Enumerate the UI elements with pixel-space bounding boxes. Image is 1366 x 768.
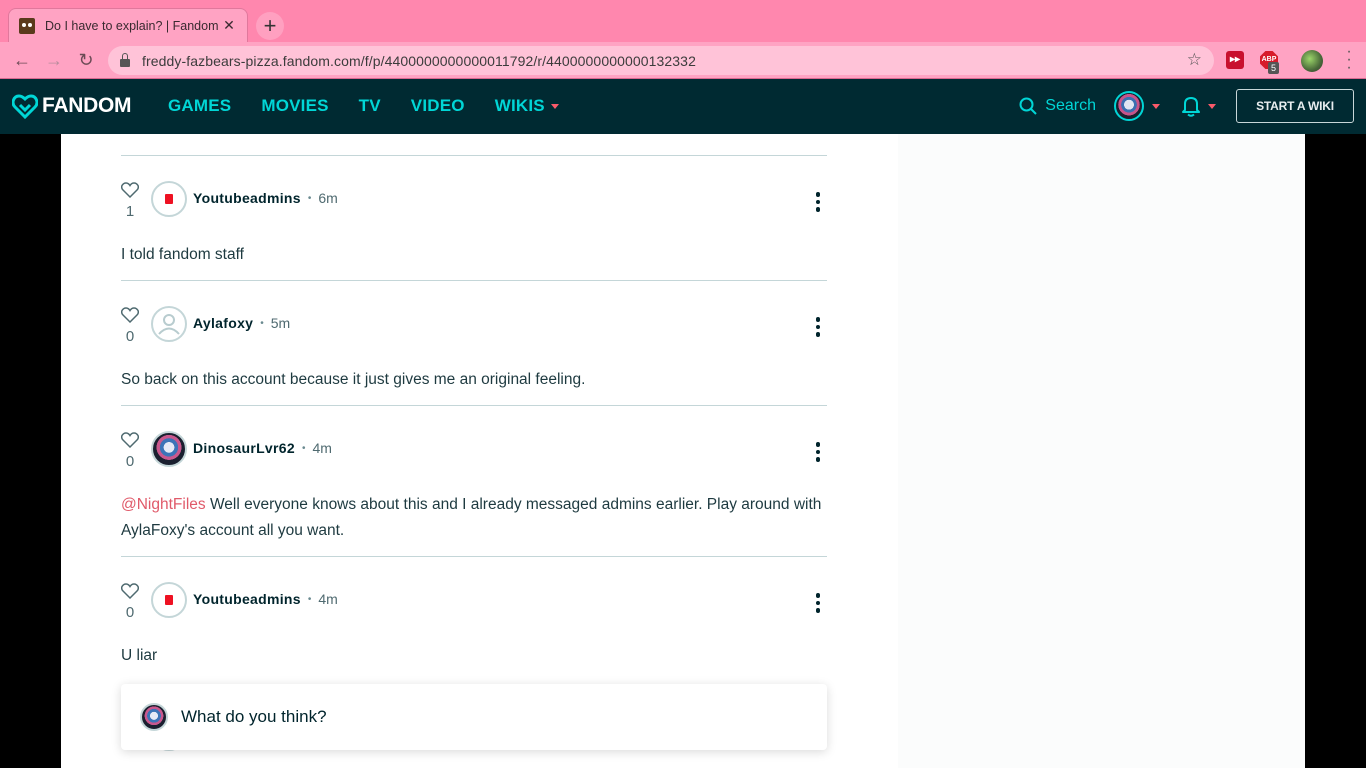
like-count: 0 (125, 453, 135, 470)
search-button[interactable]: Search (1019, 97, 1096, 115)
avatar[interactable] (151, 306, 187, 342)
user-avatar[interactable] (1114, 91, 1144, 121)
heart-icon (120, 583, 140, 600)
bookmark-star-icon[interactable]: ☆ (1187, 50, 1202, 70)
youtube-icon (165, 595, 173, 605)
current-user-avatar (140, 703, 168, 731)
youtube-icon (165, 194, 173, 204)
youtube-extension-icon[interactable]: ▸▸ (1226, 51, 1244, 69)
fandom-logo-text: FANDOM (42, 94, 132, 117)
more-options-icon[interactable] (815, 442, 821, 462)
reload-icon[interactable]: ↻ (74, 48, 98, 72)
fandom-heart-icon (12, 94, 38, 119)
fandom-global-nav: FANDOM GAMES MOVIES TV VIDEO WIKIS Searc… (0, 79, 1366, 134)
user-menu-chevron-icon[interactable] (1152, 103, 1160, 109)
nav-link-tv[interactable]: TV (359, 96, 381, 116)
timestamp: 4m (312, 440, 332, 456)
default-user-icon (158, 314, 180, 335)
nav-links: GAMES MOVIES TV VIDEO WIKIS (168, 96, 559, 116)
timestamp: 4m (318, 591, 338, 607)
avatar[interactable] (151, 181, 187, 217)
separator-dot: • (260, 317, 264, 329)
heart-icon (120, 307, 140, 324)
reply-text: U liar (121, 647, 158, 664)
nav-link-wikis[interactable]: WIKIS (495, 96, 559, 116)
like-button[interactable]: 0 (120, 583, 140, 621)
like-button[interactable]: 1 (120, 182, 140, 220)
author-name[interactable]: Aylafoxy (193, 315, 253, 331)
timestamp: 5m (270, 315, 291, 331)
author-name[interactable]: Youtubeadmins (193, 190, 301, 206)
browser-menu-icon[interactable]: · · · (1344, 44, 1354, 76)
right-rail (898, 134, 1305, 768)
user-mention[interactable]: @NightFiles (121, 496, 206, 513)
fandom-logo[interactable]: FANDOM (12, 93, 132, 119)
reply-text: So back on this account because it just … (121, 371, 586, 388)
author-name[interactable]: Youtubeadmins (193, 591, 301, 607)
tab-strip: Do I have to explain? | Fandom ✕ + (0, 0, 1366, 42)
start-a-wiki-button[interactable]: START A WIKI (1236, 89, 1354, 123)
browser-tab[interactable]: Do I have to explain? | Fandom ✕ (8, 8, 248, 42)
nav-link-movies[interactable]: MOVIES (261, 96, 328, 116)
like-button[interactable]: 0 (120, 432, 140, 470)
lock-icon (120, 52, 130, 67)
close-tab-icon[interactable]: ✕ (221, 17, 237, 34)
nav-right: Search START A WIKI (1019, 89, 1354, 123)
avatar[interactable] (151, 582, 187, 618)
reply-text: I told fandom staff (121, 246, 244, 263)
notifications-chevron-icon[interactable] (1208, 103, 1216, 109)
like-count: 0 (125, 604, 135, 621)
url-text[interactable]: freddy-fazbears-pizza.fandom.com/f/p/440… (142, 53, 696, 69)
more-options-icon[interactable] (815, 593, 821, 613)
heart-icon (120, 182, 140, 199)
reply-item: 0 Youtubeadmins • 4m U liar (120, 557, 827, 681)
browser-toolbar: ← → ↻ freddy-fazbears-pizza.fandom.com/f… (0, 42, 1366, 79)
address-bar[interactable]: freddy-fazbears-pizza.fandom.com/f/p/440… (108, 46, 1214, 75)
back-icon[interactable]: ← (10, 48, 34, 72)
replies-list: 1 Youtubeadmins • 6m I told fandom staff… (120, 134, 827, 753)
browser-chrome: Do I have to explain? | Fandom ✕ + ← → ↻… (0, 0, 1366, 79)
reply-composer[interactable]: What do you think? (121, 684, 827, 750)
separator-dot: • (301, 442, 306, 454)
reply-item: 0 DinosaurLvr62 • 4m @NightFiles Well ev… (120, 406, 827, 556)
like-count: 0 (125, 328, 135, 345)
like-button[interactable]: 0 (120, 307, 140, 345)
freddy-favicon-icon (19, 17, 35, 34)
author-name[interactable]: DinosaurLvr62 (193, 440, 295, 456)
more-options-icon[interactable] (815, 192, 821, 212)
avatar[interactable] (151, 431, 187, 467)
search-label: Search (1045, 97, 1096, 114)
nav-link-games[interactable]: GAMES (168, 96, 231, 116)
nav-link-video[interactable]: VIDEO (411, 96, 465, 116)
nav-link-wikis-label: WIKIS (494, 96, 545, 115)
reply-item: 0 Aylafoxy • 5m So back on this account … (120, 281, 827, 405)
forward-icon[interactable]: → (42, 48, 66, 72)
new-tab-button[interactable]: + (256, 12, 284, 40)
reply-item: 1 Youtubeadmins • 6m I told fandom staff (120, 156, 827, 280)
timestamp: 6m (318, 190, 338, 206)
notifications-bell-icon[interactable] (1182, 95, 1200, 117)
like-count: 1 (125, 203, 135, 220)
chevron-down-icon (550, 103, 559, 109)
profile-avatar[interactable] (1301, 50, 1323, 72)
heart-icon (120, 432, 140, 449)
reply-input-placeholder[interactable]: What do you think? (181, 707, 327, 727)
reply-text: @NightFiles Well everyone knows about th… (121, 466, 827, 556)
separator-dot: • (307, 192, 312, 204)
more-options-icon[interactable] (815, 317, 821, 337)
tab-title: Do I have to explain? | Fandom (45, 18, 219, 33)
discussion-page: 1 Youtubeadmins • 6m I told fandom staff… (61, 134, 1305, 768)
adblock-badge: 5 (1268, 62, 1280, 74)
separator-dot: • (307, 593, 312, 605)
search-icon (1019, 97, 1038, 115)
reply-text-content: Well everyone knows about this and I alr… (121, 496, 822, 539)
